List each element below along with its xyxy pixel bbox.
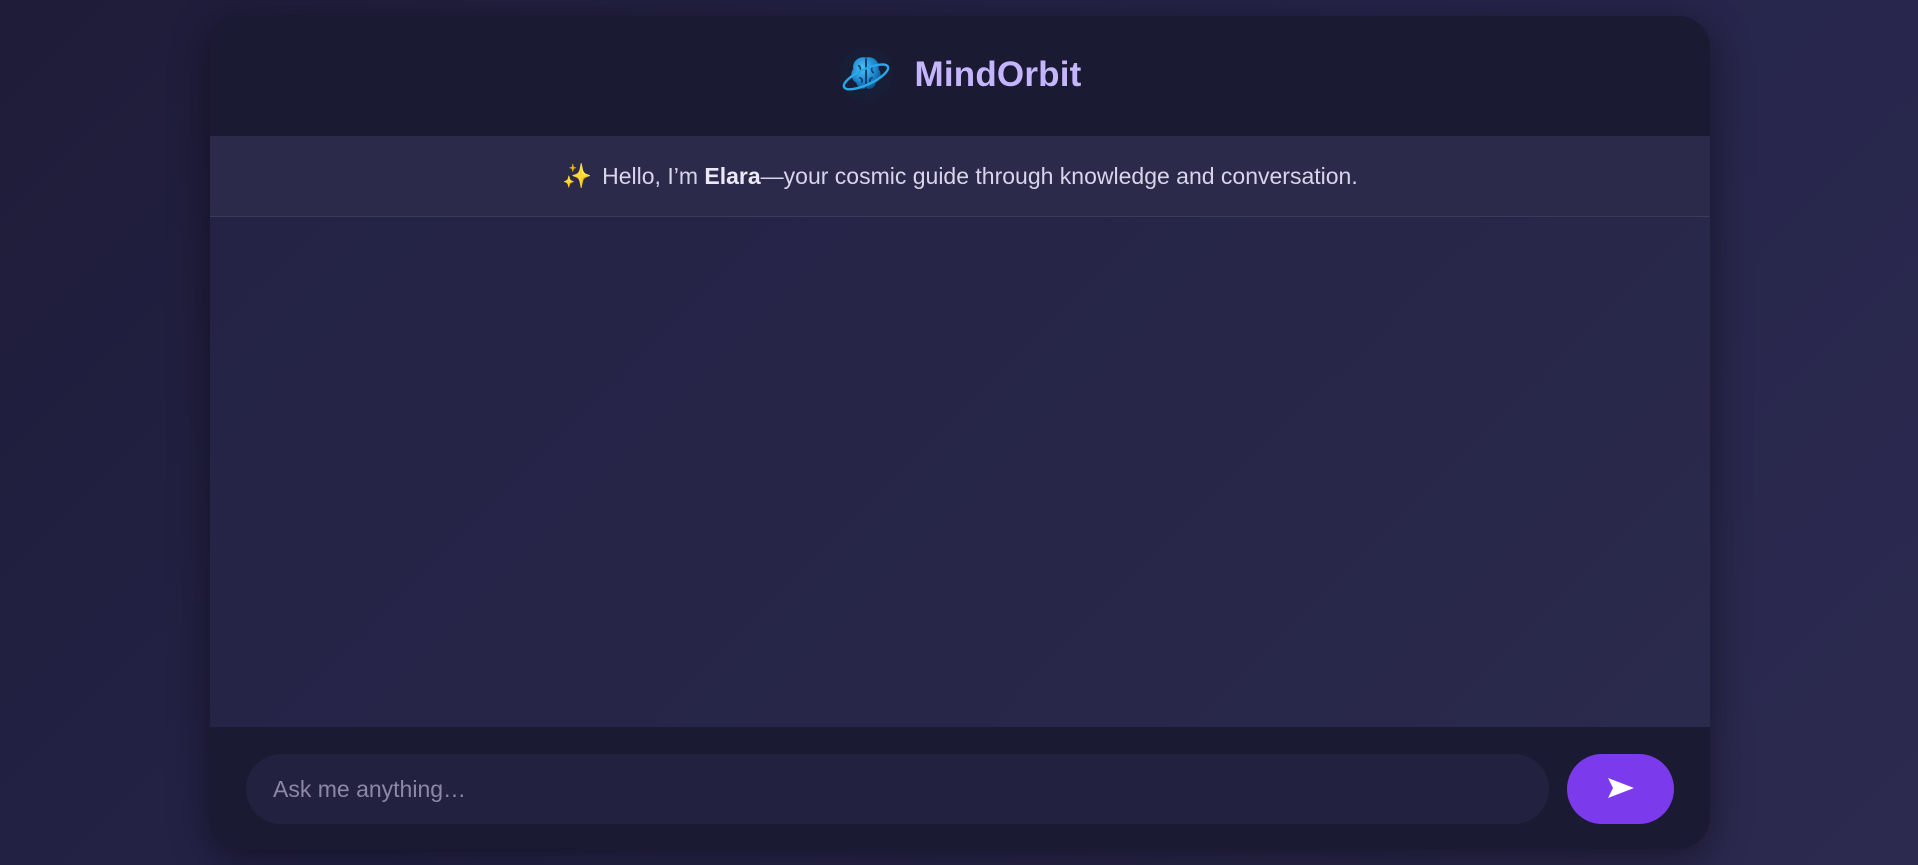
- brain-orbit-icon: [838, 46, 894, 102]
- welcome-prefix: Hello, I’m: [602, 162, 705, 189]
- sparkles-icon: ✨: [562, 162, 593, 190]
- send-arrow-icon: [1607, 777, 1635, 802]
- send-button[interactable]: [1567, 754, 1674, 824]
- welcome-banner: ✨ Hello, I’m Elara —your cosmic guide th…: [210, 136, 1710, 217]
- app-title: MindOrbit: [914, 55, 1082, 94]
- composer: [210, 727, 1710, 849]
- message-input[interactable]: [246, 754, 1549, 824]
- app-header: MindOrbit: [210, 16, 1710, 136]
- assistant-name: Elara: [704, 162, 761, 189]
- chat-window: MindOrbit ✨ Hello, I’m Elara —your cosmi…: [210, 16, 1710, 849]
- welcome-suffix: —your cosmic guide through knowledge and…: [760, 162, 1358, 189]
- message-list[interactable]: [210, 217, 1710, 727]
